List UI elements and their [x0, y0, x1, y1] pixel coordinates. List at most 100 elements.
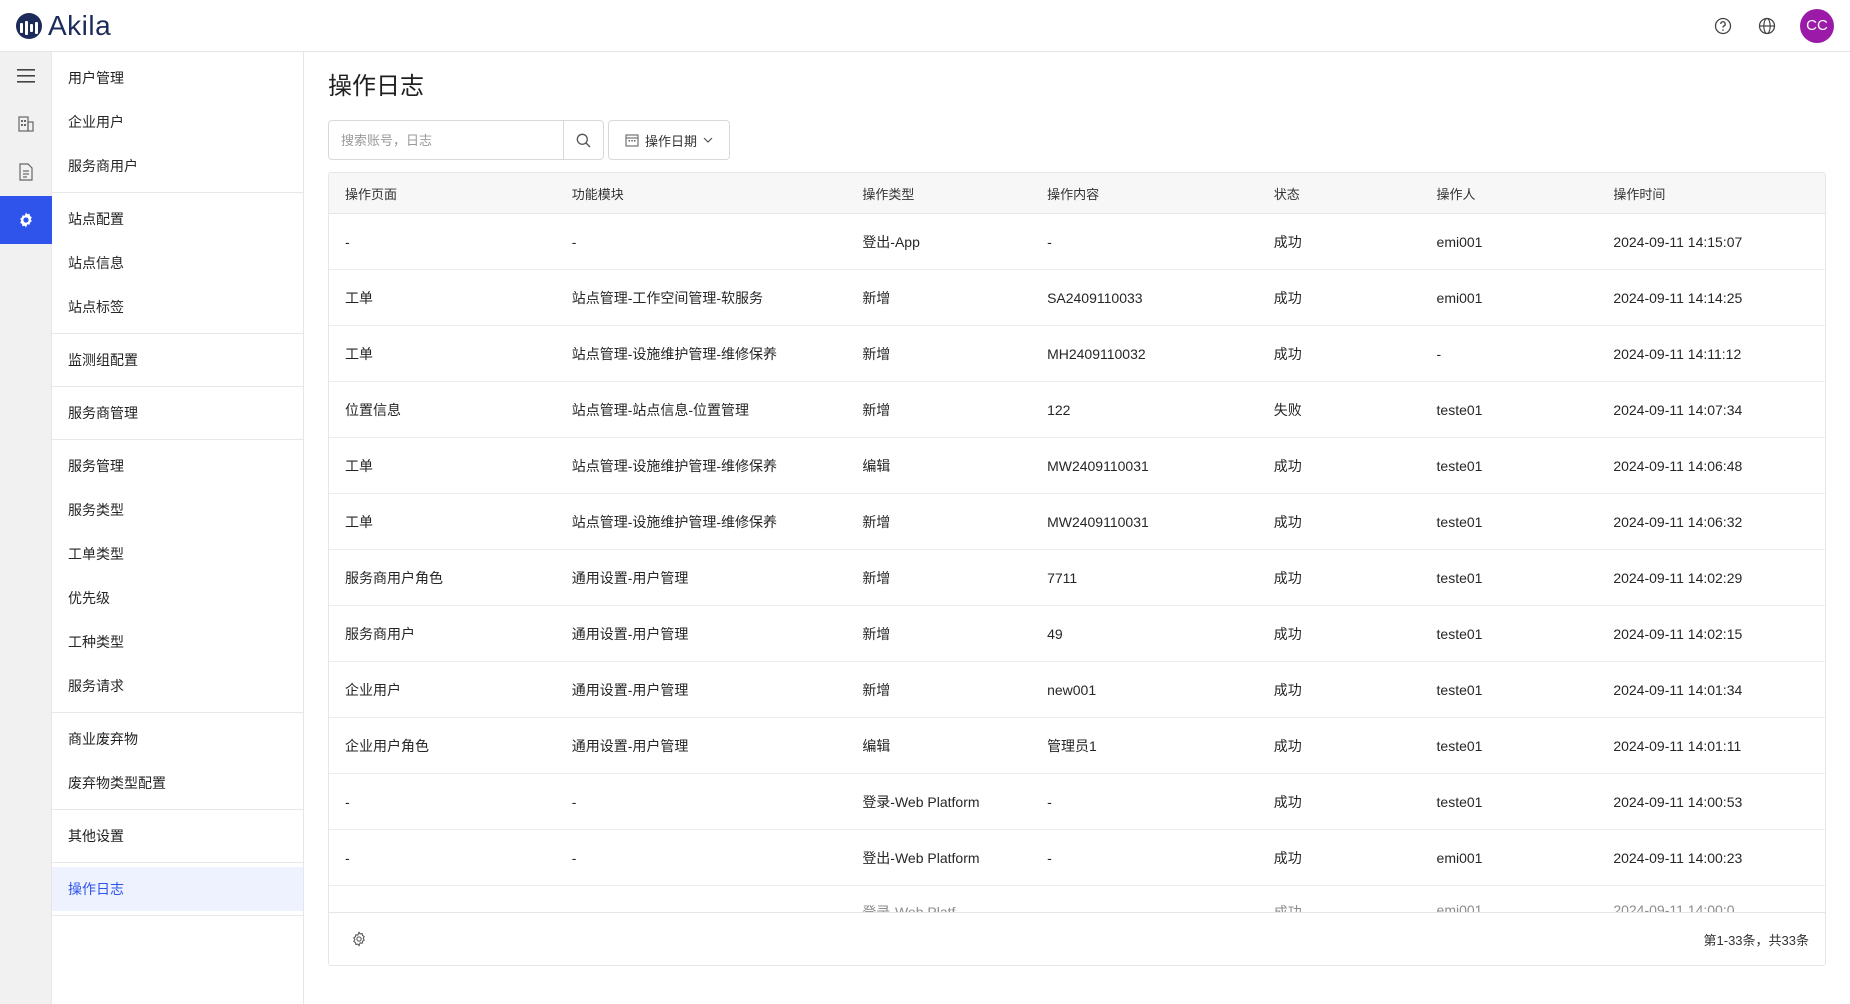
sidebar-item-trade-types[interactable]: 工种类型 [52, 620, 303, 664]
avatar[interactable]: CC [1800, 8, 1834, 43]
page-title: 操作日志 [328, 73, 424, 100]
table-row[interactable]: 工单 站点管理-设施维护管理-维修保养 新增 MW2409110031 成功 teste0… [329, 494, 1825, 550]
table-row-partial[interactable]: 登录-Web Platf 成功 emi001 2024-09-11 14:00:0 [329, 886, 1825, 914]
table-cell-page: - [345, 793, 350, 810]
table-cell-page: 工单 [345, 513, 373, 530]
sidebar-group-monitoring: 监测组配置 [52, 334, 303, 387]
sidebar-item-service-requests[interactable]: 服务请求 [52, 664, 303, 708]
table-row[interactable]: 企业用户 通用设置-用户管理 新增 new001 成功 teste01 2024-09-11… [329, 662, 1825, 718]
table-cell-module: 站点管理-设施维护管理-维修保养 [571, 457, 778, 474]
sidebar-item-priority[interactable]: 优先级 [52, 576, 303, 620]
globe-icon[interactable] [1756, 15, 1778, 37]
sidebar-item-provider-management[interactable]: 服务商管理 [52, 391, 303, 435]
settings-icon[interactable] [351, 931, 367, 947]
table-cell-content: 122 [1047, 401, 1071, 418]
table-row[interactable]: - - 登出-Web Platform - 成功 emi001 2024-09-11 14:… [329, 830, 1825, 886]
table-cell-type: 编辑 [862, 457, 891, 474]
table-cell-page: 企业用户 [345, 681, 401, 698]
table-cell-module: - [571, 233, 577, 250]
table-row[interactable]: 工单 站点管理-设施维护管理-维修保养 新增 MH2409110032 成功 - 2024-… [329, 326, 1825, 382]
table-cell-module: 通用设置-用户管理 [571, 737, 689, 754]
table-cell-module: 站点管理-设施维护管理-维修保养 [571, 513, 778, 530]
sidebar-item-provider-users[interactable]: 服务商用户 [52, 144, 303, 188]
search-box [328, 120, 604, 160]
sidebar-item-other-settings[interactable]: 其他设置 [52, 814, 303, 858]
table-cell-module: 通用设置-用户管理 [571, 569, 689, 586]
search-button[interactable] [563, 121, 603, 159]
column-header-status: 状态 [1273, 186, 1300, 202]
table-cell-page: 服务商用户 [345, 625, 415, 642]
date-filter-button[interactable]: 操作日期 [608, 120, 730, 160]
table-cell-operator: emi001 [1436, 849, 1483, 866]
table-cell-page: - [345, 233, 350, 250]
table-cell-type: 新增 [862, 569, 891, 586]
table-cell-status: 成功 [1273, 513, 1302, 530]
table-cell-type: 新增 [862, 345, 891, 362]
table-cell-time: 2024-09-11 14:07:34 [1613, 401, 1743, 418]
table-cell-operator: teste01 [1436, 401, 1483, 418]
sidebar-item-monitoring-config[interactable]: 监测组配置 [52, 338, 303, 382]
sidebar-group-logs: 操作日志 [52, 863, 303, 916]
table-row[interactable]: 工单 站点管理-工作空间管理-软服务 新增 SA2409110033 成功 emi001 2… [329, 270, 1825, 326]
menu-icon[interactable] [0, 52, 52, 100]
table-cell-time: 2024-09-11 14:01:11 [1613, 737, 1742, 754]
sidebar-item-site-config[interactable]: 站点配置 [52, 197, 303, 241]
table-cell-content: - [1047, 233, 1052, 250]
table-cell-time: 2024-09-11 14:14:25 [1613, 289, 1743, 306]
sidebar-group-waste: 商业废弃物 废弃物类型配置 [52, 713, 303, 810]
table-cell-time: 2024-09-11 14:06:48 [1613, 457, 1743, 474]
pagination-count: 第1-33条，共33条 [1703, 932, 1809, 948]
sidebar-item-enterprise-users[interactable]: 企业用户 [52, 100, 303, 144]
building-icon[interactable] [0, 100, 52, 148]
table-cell-status: 成功 [1273, 289, 1302, 306]
table-row[interactable]: 服务商用户角色 通用设置-用户管理 新增 7711 成功 teste01 2024-09-1… [329, 550, 1825, 606]
table-row[interactable]: 工单 站点管理-设施维护管理-维修保养 编辑 MW2409110031 成功 teste0… [329, 438, 1825, 494]
table-footer: 第1-33条，共33条 [329, 912, 1825, 965]
sidebar-item-work-order-types[interactable]: 工单类型 [52, 532, 303, 576]
table-row[interactable]: 服务商用户 通用设置-用户管理 新增 49 成功 teste01 2024-09-11 14… [329, 606, 1825, 662]
table-cell-content: 管理员1 [1047, 737, 1097, 754]
logo[interactable]: Akila [16, 10, 111, 42]
sidebar-item-service-management[interactable]: 服务管理 [52, 444, 303, 488]
table-cell-page: 工单 [345, 345, 373, 362]
table-cell-status: 成功 [1273, 737, 1302, 754]
table-cell-module: 站点管理-工作空间管理-软服务 [571, 289, 764, 306]
document-icon[interactable] [0, 148, 52, 196]
table-cell-page: 企业用户角色 [345, 737, 429, 754]
table-cell-module: - [571, 793, 577, 810]
table-row[interactable]: - - 登出-App - 成功 emi001 2024-09-11 14:15:07 [329, 214, 1825, 270]
table-cell-operator: teste01 [1436, 737, 1483, 754]
table-cell-time: 2024-09-11 14:00:53 [1613, 793, 1743, 810]
table-cell-type: 登出-App [862, 233, 920, 250]
search-input[interactable] [329, 121, 563, 159]
search-icon [576, 133, 591, 147]
table-row[interactable]: - - 登录-Web Platform - 成功 teste01 2024-09-11 14… [329, 774, 1825, 830]
main-content: 操作日志 操作日期 操作页面 功能模块 操作类型 操作内容 状态 操作人 操作时间 - - 登出… [304, 52, 1850, 1004]
sidebar-group-site: 站点配置 站点信息 站点标签 [52, 193, 303, 334]
sidebar-item-service-types[interactable]: 服务类型 [52, 488, 303, 532]
column-header-operator: 操作人 [1436, 186, 1476, 202]
operation-log-table: 操作页面 功能模块 操作类型 操作内容 状态 操作人 操作时间 - - 登出-App - 成功 emi… [328, 172, 1826, 966]
help-icon[interactable] [1712, 15, 1734, 37]
sidebar-group-providers: 服务商管理 [52, 387, 303, 440]
date-filter-label: 操作日期 [644, 133, 697, 149]
table-cell-type: 登出-Web Platform [862, 849, 980, 866]
sidebar-item-user-management[interactable]: 用户管理 [52, 56, 303, 100]
table-row[interactable]: 位置信息 站点管理-站点信息-位置管理 新增 122 失败 teste01 2024-09-… [329, 382, 1825, 438]
table-cell-content: SA2409110033 [1047, 289, 1143, 306]
table-cell-module: 站点管理-站点信息-位置管理 [571, 401, 750, 418]
sidebar-item-waste-type-config[interactable]: 废弃物类型配置 [52, 761, 303, 805]
table-cell-type: 新增 [862, 625, 891, 642]
sidebar-item-site-info[interactable]: 站点信息 [52, 241, 303, 285]
gear-icon[interactable] [0, 196, 52, 244]
table-cell-type: 编辑 [862, 737, 891, 754]
column-header-page: 操作页面 [345, 186, 398, 202]
sidebar-item-site-tags[interactable]: 站点标签 [52, 285, 303, 329]
table-row[interactable]: 企业用户角色 通用设置-用户管理 编辑 管理员1 成功 teste01 2024-09-11… [329, 718, 1825, 774]
table-cell-status: 成功 [1273, 233, 1302, 250]
table-cell-type: 新增 [862, 401, 891, 418]
sidebar-item-operation-log[interactable]: 操作日志 [52, 867, 303, 911]
sidebar-item-commercial-waste[interactable]: 商业废弃物 [52, 717, 303, 761]
column-header-content: 操作内容 [1047, 186, 1100, 202]
table-cell-status: 成功 [1273, 625, 1302, 642]
